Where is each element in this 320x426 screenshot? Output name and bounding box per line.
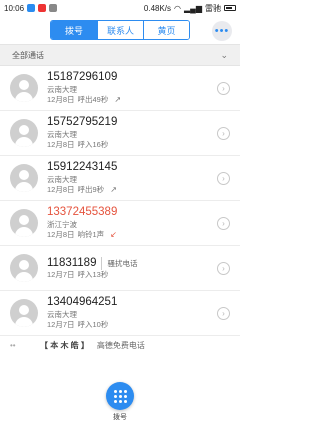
- call-status: 呼入10秒: [77, 320, 109, 329]
- dialpad-label: 拨号: [113, 414, 127, 421]
- avatar: [10, 164, 38, 192]
- call-detail-button[interactable]: ›: [217, 261, 230, 275]
- avatar: [10, 254, 38, 282]
- image-notification-icon: [49, 4, 58, 12]
- call-detail-button[interactable]: ›: [217, 306, 230, 320]
- avatar: [10, 74, 38, 102]
- chevron-right-icon: ›: [222, 308, 225, 318]
- call-log-item[interactable]: 15752795219 云南大理 12月8日 呼入16秒 ›: [0, 111, 240, 156]
- phone-number: 13404964251: [47, 296, 118, 308]
- avatar: [10, 209, 38, 237]
- outgoing-call-icon: ↗: [114, 95, 122, 104]
- call-date: 12月8日: [47, 140, 75, 149]
- call-location: 云南大理: [47, 130, 77, 139]
- call-detail-button[interactable]: ›: [217, 126, 230, 140]
- avatar: [10, 119, 38, 147]
- call-log-item[interactable]: 13372455389 浙江宁波 12月8日 响铃1声 ↙ ›: [0, 201, 240, 246]
- call-status: 响铃1声: [77, 230, 105, 239]
- avatar: [10, 299, 38, 327]
- tab-dial[interactable]: 拨号: [51, 21, 97, 39]
- call-detail-button[interactable]: ›: [217, 81, 230, 95]
- carrier-name: 雷驰: [205, 3, 221, 13]
- call-status: 呼出49秒: [77, 95, 109, 104]
- call-detail-button[interactable]: ›: [217, 171, 230, 185]
- chevron-right-icon: ›: [222, 83, 225, 93]
- app-notification-icon: [38, 4, 47, 12]
- missed-call-icon: ↙: [110, 230, 117, 239]
- call-date: 12月7日: [47, 269, 75, 279]
- dialpad-icon: [113, 389, 127, 403]
- chevron-right-icon: ›: [222, 173, 225, 183]
- status-time: 10:06: [4, 3, 25, 13]
- tab-yellow-pages[interactable]: 黄页: [143, 21, 189, 39]
- more-options-button[interactable]: •••: [212, 21, 232, 41]
- chevron-right-icon: ›: [222, 263, 225, 273]
- battery-icon: [224, 5, 236, 11]
- call-log-item[interactable]: 15912243145 云南大理 12月8日 呼出9秒 ↗ ›: [0, 156, 240, 201]
- tab-contacts[interactable]: 联系人: [97, 21, 143, 39]
- signal-icon: ▂▄▆: [184, 3, 202, 13]
- top-bar: 拨号 联系人 黄页 •••: [0, 16, 240, 44]
- more-dots-icon: •••: [214, 24, 230, 37]
- status-bar: 10:06 0.48K/s ◠ ▂▄▆ 雷驰: [0, 0, 240, 16]
- phone-number: 15912243145: [47, 161, 118, 173]
- app-notification-icon: [27, 4, 36, 12]
- call-log-item[interactable]: 15187296109 云南大理 12月8日 呼出49秒 ↗ ›: [0, 66, 240, 111]
- chevron-right-icon: ›: [222, 218, 225, 228]
- call-detail-button[interactable]: ›: [217, 216, 230, 230]
- call-date: 12月8日: [47, 230, 75, 239]
- phone-number: 15187296109: [47, 71, 118, 83]
- call-filter[interactable]: 全部通话 ⌄: [0, 44, 240, 66]
- call-date: 12月8日: [47, 185, 75, 194]
- network-speed: 0.48K/s: [143, 3, 172, 13]
- dialpad-button[interactable]: [106, 382, 134, 410]
- tab-group: 拨号 联系人 黄页: [50, 20, 190, 40]
- call-log-list: 15187296109 云南大理 12月8日 呼出49秒 ↗ › 1575279…: [0, 66, 240, 354]
- spam-tag: 骚扰电话: [101, 256, 137, 270]
- chevron-down-icon: ⌄: [220, 49, 228, 60]
- call-date: 12月8日: [47, 95, 75, 104]
- call-log-item-partial[interactable]: •• 【 本 木 皓 】 高德免费电话: [0, 336, 240, 354]
- call-status: 呼入16秒: [77, 140, 109, 149]
- phone-number: 13372455389: [47, 206, 118, 218]
- call-date: 12月7日: [47, 320, 75, 329]
- call-status: 呼入13秒: [77, 269, 109, 279]
- chevron-right-icon: ›: [222, 128, 225, 138]
- call-status: 呼出9秒: [77, 185, 105, 194]
- call-log-item[interactable]: 11831189 骚扰电话 12月7日 呼入13秒 ›: [0, 246, 240, 291]
- contact-tag: 高德免费电话: [96, 340, 145, 350]
- call-location: 云南大理: [47, 310, 77, 319]
- contact-name: 【 本 木 皓 】: [40, 340, 89, 350]
- call-location: 浙江宁波: [47, 220, 77, 229]
- avatar-partial: ••: [10, 340, 16, 350]
- phone-number: 15752795219: [47, 116, 118, 128]
- filter-label: 全部通话: [12, 50, 44, 60]
- call-log-item[interactable]: 13404964251 云南大理 12月7日 呼入10秒 ›: [0, 291, 240, 336]
- outgoing-call-icon: ↗: [110, 185, 117, 194]
- phone-number: 11831189: [47, 256, 97, 269]
- call-location: 云南大理: [47, 175, 77, 184]
- call-location: 云南大理: [47, 85, 77, 94]
- wifi-icon: ◠: [174, 3, 182, 13]
